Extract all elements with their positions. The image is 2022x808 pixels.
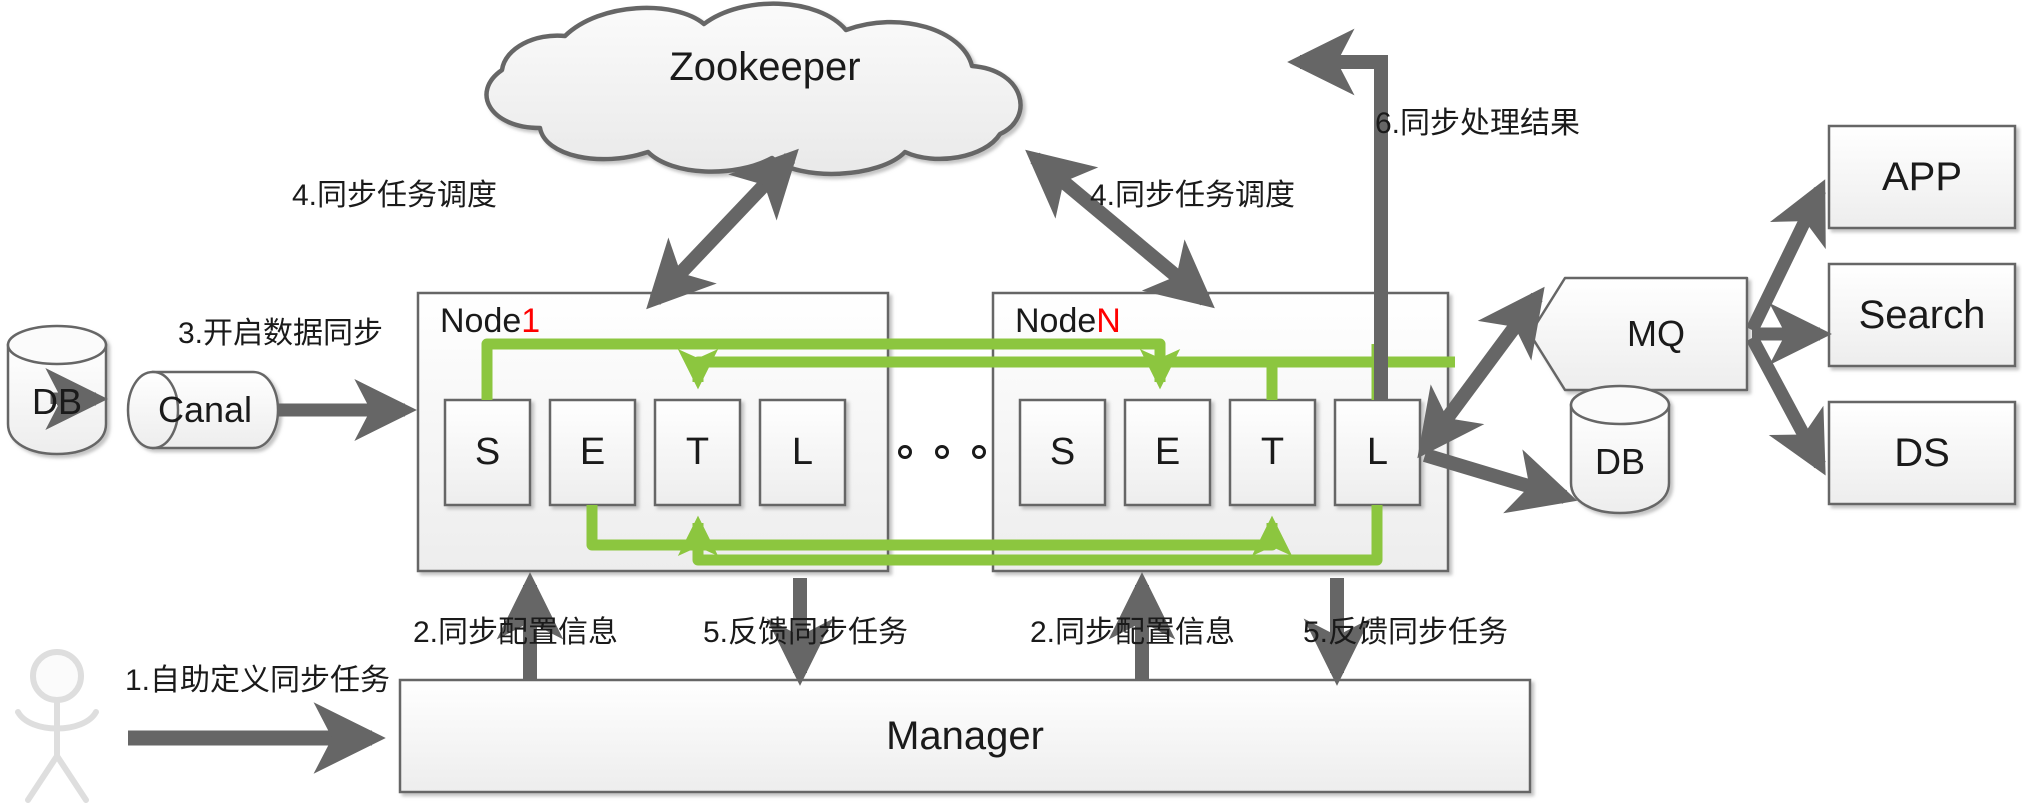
node1-stage-l: L: [791, 431, 814, 473]
arrow-mq-to-ds: [1746, 334, 1826, 476]
label-step4-left: 4.同步任务调度: [292, 179, 498, 212]
canal-shape: [126, 370, 280, 450]
nodeN-stage-t: T: [1260, 431, 1285, 473]
label-step5-right: 5.反馈同步任务: [1303, 616, 1509, 649]
ds-shape: [1827, 400, 2017, 506]
label-step5-left: 5.反馈同步任务: [703, 616, 909, 649]
ellipsis-dot: [898, 445, 912, 459]
label-step3: 3.开启数据同步: [178, 317, 384, 350]
nodeN-stage-e: E: [1154, 431, 1181, 473]
arrow-zookeeper-node1: [646, 148, 799, 310]
node1-title-suffix: 1: [521, 302, 541, 340]
label-step2-right: 2.同步配置信息: [1030, 616, 1236, 649]
mq-shape: [1528, 276, 1749, 392]
node1-stage-e: E: [579, 431, 606, 473]
label-step1: 1.自助定义同步任务: [125, 664, 391, 697]
zookeeper-cloud-shape: [484, 1, 1023, 177]
nodeN-title: NodeN: [1015, 302, 1121, 341]
actor-stick-figure: [15, 649, 99, 803]
ellipsis-dot: [972, 445, 986, 459]
arrow-db-to-canal: [45, 368, 108, 430]
search-shape: [1827, 262, 2017, 368]
ellipsis-dot: [935, 445, 949, 459]
label-step4-right: 4.同步任务调度: [1090, 179, 1296, 212]
app-shape: [1827, 124, 2017, 230]
db-sink-shape: [1569, 384, 1671, 515]
diagram-canvas: Zookeeper DB Canal Node1 NodeN S E T L S…: [0, 0, 2022, 808]
label-step6: 6.同步处理结果: [1375, 107, 1581, 140]
node1-title: Node1: [440, 302, 540, 341]
manager-shape: [398, 678, 1532, 794]
node1-stage-s: S: [474, 431, 501, 473]
nodeN-title-prefix: Node: [1015, 302, 1097, 340]
node1-title-prefix: Node: [440, 302, 522, 340]
arrow-mq-to-app: [1746, 179, 1826, 333]
nodeN-stage-l: L: [1366, 431, 1389, 473]
label-step2-left: 2.同步配置信息: [413, 616, 619, 649]
db-source-shape: [6, 324, 108, 456]
node1-stage-t: T: [685, 431, 710, 473]
nodeN-title-suffix: N: [1096, 302, 1121, 340]
nodeN-stage-s: S: [1049, 431, 1076, 473]
